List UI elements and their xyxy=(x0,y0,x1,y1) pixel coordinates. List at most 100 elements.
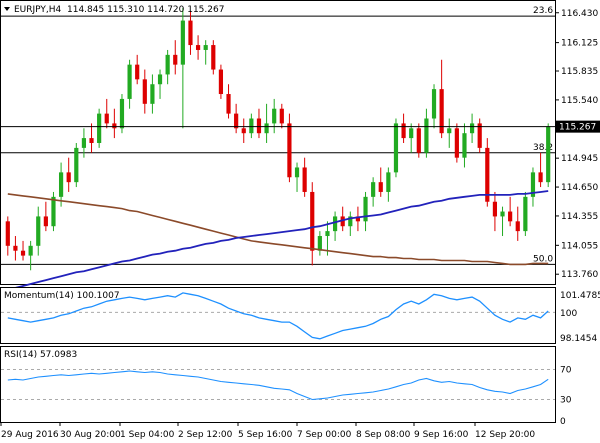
candle-body xyxy=(363,196,368,222)
candle-body xyxy=(234,113,239,129)
candle-body xyxy=(112,123,117,129)
time-label: 5 Sep 16:00 xyxy=(238,430,293,440)
candle-body xyxy=(173,54,178,65)
time-label: 2 Sep 12:00 xyxy=(178,430,233,440)
candle-body xyxy=(386,172,391,192)
candle-body xyxy=(51,196,56,227)
candle-body xyxy=(36,216,41,246)
rsi-tick-0: 0 xyxy=(560,417,566,427)
ohlc-readout: 114.845 115.310 114.720 115.267 xyxy=(67,5,224,15)
candle-body xyxy=(332,216,338,232)
candle-body xyxy=(180,20,185,65)
candle-body xyxy=(157,74,163,85)
rsi-panel[interactable]: RSI(14) 57.0983 70 30 0 xyxy=(0,346,572,428)
price-tick-label: 114.055 xyxy=(561,241,598,251)
candle-body xyxy=(538,172,543,183)
candle-body xyxy=(371,182,376,197)
time-label: 30 Aug 20:00 xyxy=(60,430,121,440)
candle-body xyxy=(218,69,224,95)
momentum-label: Momentum(14) 100.1007 xyxy=(4,291,120,301)
candle-body xyxy=(203,45,208,50)
candle-body xyxy=(74,147,79,183)
candle-body xyxy=(424,118,429,153)
price-tick-label: 114.650 xyxy=(561,183,598,193)
time-label: 29 Aug 2016 xyxy=(1,430,59,440)
symbol-label: EURJPY,H4 xyxy=(14,5,62,15)
candle-body xyxy=(401,123,406,139)
price-tick-label: 114.945 xyxy=(561,154,598,164)
time-label: 1 Sep 04:00 xyxy=(120,430,175,440)
candle-body xyxy=(264,123,269,134)
candle-body xyxy=(325,231,330,237)
candle-body xyxy=(20,250,26,256)
time-label: 7 Sep 00:00 xyxy=(297,430,352,440)
candle-body xyxy=(454,128,459,158)
candle-body xyxy=(469,123,475,134)
candle-body xyxy=(81,138,87,148)
candle-body xyxy=(119,98,125,129)
candle-body xyxy=(104,113,109,124)
candle-body xyxy=(416,128,421,153)
candle-body xyxy=(294,167,300,178)
candle-body xyxy=(462,133,467,158)
price-tick-label: 114.355 xyxy=(561,212,598,222)
candle-body xyxy=(310,191,315,251)
price-tick-label: 116.430 xyxy=(561,9,598,19)
price-tick-label: 115.540 xyxy=(561,96,598,106)
candle-body xyxy=(515,221,520,232)
candle-body xyxy=(409,128,414,139)
time-label: 12 Sep 20:00 xyxy=(475,430,535,440)
momentum-panel[interactable]: Momentum(14) 100.1007 101.4785 100 98.14… xyxy=(0,287,600,345)
candle-body xyxy=(256,118,262,134)
candle-body xyxy=(165,54,170,75)
price-tick-label: 116.125 xyxy=(561,39,598,49)
time-label: 9 Sep 16:00 xyxy=(414,430,469,440)
candle-body xyxy=(272,108,277,124)
candle-body xyxy=(127,64,132,99)
fib-level-label: 23.6 xyxy=(533,6,553,16)
candle-body xyxy=(249,118,254,134)
candle-body xyxy=(226,94,231,114)
candle-body xyxy=(211,45,216,70)
candle-body xyxy=(485,147,490,202)
candle-body xyxy=(317,236,322,251)
candle-body xyxy=(188,20,193,46)
time-axis: 29 Aug 2016 30 Aug 20:00 1 Sep 04:00 2 S… xyxy=(0,422,535,440)
candle-body xyxy=(89,138,94,143)
candle-body xyxy=(5,221,10,246)
candle-body xyxy=(447,128,452,134)
candle-body xyxy=(546,126,551,183)
candle-body xyxy=(195,45,201,50)
chart-canvas[interactable]: 116.430 116.125 115.835 115.540 114.945 114.6… xyxy=(0,0,600,443)
price-tick-label: 113.760 xyxy=(561,270,598,280)
candle-body xyxy=(523,196,528,232)
candle-body xyxy=(135,64,140,80)
rsi-tick-30: 30 xyxy=(560,396,572,406)
candle-body xyxy=(13,245,18,251)
candle-body xyxy=(302,167,307,192)
rsi-label: RSI(14) 57.0983 xyxy=(4,350,77,360)
momentum-tick-high: 101.4785 xyxy=(560,291,600,301)
candle-body xyxy=(142,79,147,104)
rsi-tick-70: 70 xyxy=(560,366,572,376)
candle-body xyxy=(279,108,284,124)
price-tick-label: 115.835 xyxy=(561,67,598,77)
candle-body xyxy=(97,113,102,143)
candle-body xyxy=(500,211,505,217)
candle-body xyxy=(241,128,246,134)
momentum-tick-mid: 100 xyxy=(560,309,577,319)
momentum-tick-low: 98.1454 xyxy=(560,334,597,344)
candle-body xyxy=(431,89,437,119)
candle-body xyxy=(287,123,292,178)
candle-body xyxy=(492,201,498,217)
candle-body xyxy=(508,211,513,222)
candle-body xyxy=(150,84,155,104)
candle-body xyxy=(58,172,64,197)
price-panel[interactable]: 116.430 116.125 115.835 115.540 114.945 114.6… xyxy=(0,0,600,291)
candle-body xyxy=(378,182,383,192)
candle-body xyxy=(393,123,399,173)
candle-body xyxy=(28,245,33,256)
candle-body xyxy=(66,172,71,183)
trading-chart-window[interactable]: 116.430 116.125 115.835 115.540 114.945 114.6… xyxy=(0,0,600,443)
candle-body xyxy=(43,216,48,227)
